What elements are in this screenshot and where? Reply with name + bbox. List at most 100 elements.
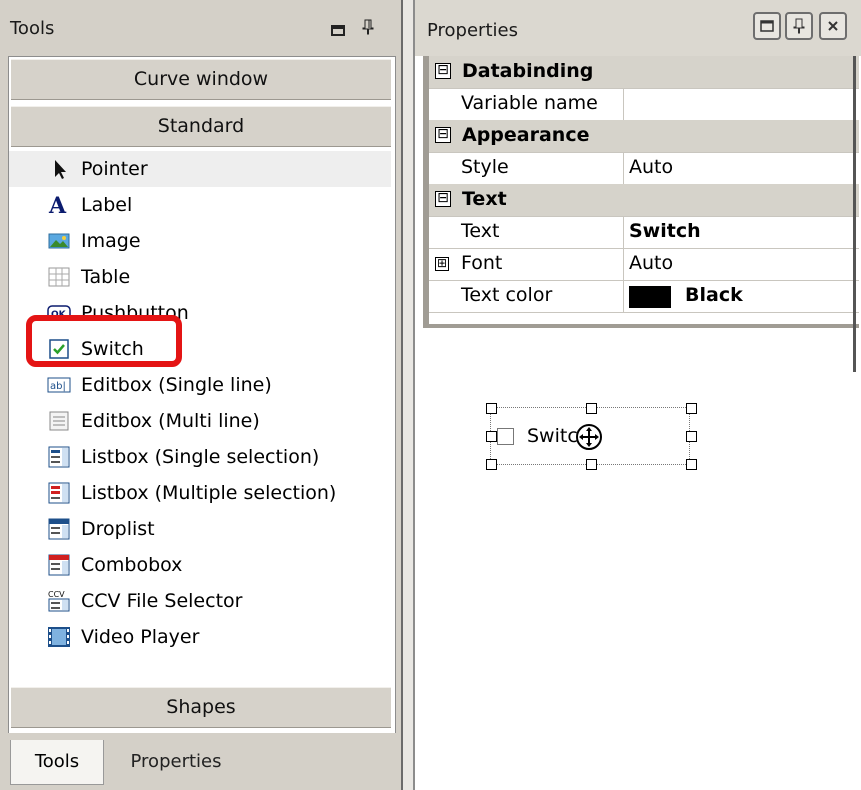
property-value[interactable]: Auto: [629, 252, 673, 274]
resize-handle[interactable]: [686, 431, 697, 442]
property-name: Font: [461, 252, 503, 274]
close-icon: [828, 21, 838, 31]
category-databinding[interactable]: ⊟ Databinding: [429, 56, 859, 89]
tool-item-label: Droplist: [81, 518, 155, 540]
panel-splitter[interactable]: [401, 0, 415, 790]
pointer-icon: [47, 157, 71, 181]
properties-edge: [853, 56, 856, 372]
resize-handle[interactable]: [586, 403, 597, 414]
property-row-font[interactable]: ⊞ Font Auto: [429, 248, 859, 281]
tool-item-label: Video Player: [81, 626, 200, 648]
property-row-text[interactable]: Text Switch: [429, 216, 859, 249]
editbox-multi-icon: [47, 409, 71, 433]
resize-handle[interactable]: [486, 431, 497, 442]
tool-item-listbox-single[interactable]: Listbox (Single selection): [9, 439, 391, 475]
pin-icon[interactable]: [362, 18, 374, 40]
group-standard[interactable]: Standard: [11, 106, 391, 147]
tool-item-video-player[interactable]: Video Player: [9, 619, 391, 655]
maximize-window-button[interactable]: [753, 12, 781, 40]
property-value[interactable]: Black: [685, 284, 743, 306]
property-name: Text color: [461, 284, 553, 306]
expand-icon[interactable]: ⊞: [435, 257, 449, 271]
combobox-icon: [47, 553, 71, 577]
column-divider: [623, 216, 624, 248]
tool-item-editbox-single[interactable]: ab| Editbox (Single line): [9, 367, 391, 403]
tool-item-editbox-multi[interactable]: Editbox (Multi line): [9, 403, 391, 439]
category-text[interactable]: ⊟ Text: [429, 184, 859, 217]
resize-handle[interactable]: [586, 459, 597, 470]
label-icon: A: [47, 193, 71, 219]
tools-title: Tools: [10, 18, 55, 39]
table-icon: [47, 265, 71, 289]
svg-text:ab|: ab|: [50, 381, 66, 392]
collapse-icon[interactable]: ⊟: [435, 191, 451, 207]
tool-item-table[interactable]: Table: [9, 259, 391, 295]
collapse-icon[interactable]: ⊟: [435, 63, 451, 79]
maximize-icon[interactable]: [331, 20, 345, 42]
image-icon: [47, 229, 71, 253]
tool-item-label: Pointer: [81, 158, 148, 180]
resize-handle[interactable]: [486, 403, 497, 414]
tool-item-label: Editbox (Multi line): [81, 410, 260, 432]
tools-titlebar: Tools: [0, 0, 401, 56]
tool-item-label: CCV File Selector: [81, 590, 243, 612]
tab-properties[interactable]: Properties: [114, 740, 238, 784]
tool-item-label: Image: [81, 230, 141, 252]
column-divider: [623, 248, 624, 280]
move-cursor-icon[interactable]: [575, 423, 603, 451]
property-name: Style: [461, 156, 509, 178]
tool-item-droplist[interactable]: Droplist: [9, 511, 391, 547]
video-player-icon: [47, 625, 71, 649]
switch-checkbox[interactable]: [497, 428, 514, 445]
group-shapes[interactable]: Shapes: [11, 687, 391, 728]
switch-highlight-annotation: [26, 315, 182, 367]
maximize-icon: [760, 20, 774, 32]
ccv-file-selector-icon: CCV: [47, 589, 71, 613]
tool-item-ccv-file-selector[interactable]: CCV CCV File Selector: [9, 583, 391, 619]
close-window-button[interactable]: [819, 12, 847, 40]
property-row-variable-name[interactable]: Variable name: [429, 88, 859, 121]
tool-item-label: Table: [81, 266, 131, 288]
properties-title: Properties: [427, 20, 518, 41]
resize-handle[interactable]: [686, 403, 697, 414]
tool-item-pointer[interactable]: Pointer: [9, 151, 391, 187]
property-name: Variable name: [461, 92, 598, 114]
column-divider: [623, 280, 624, 312]
tools-list: Curve window Standard Pointer A Label Im…: [8, 56, 396, 734]
property-row-text-color[interactable]: Text color Black: [429, 280, 859, 313]
droplist-icon: [47, 517, 71, 541]
tool-item-label: Listbox (Multiple selection): [81, 482, 337, 504]
tab-tools[interactable]: Tools: [10, 740, 104, 785]
property-name: Text: [461, 220, 500, 242]
property-row-style[interactable]: Style Auto: [429, 152, 859, 185]
collapse-icon[interactable]: ⊟: [435, 127, 451, 143]
tool-item-label-tool[interactable]: A Label: [9, 187, 391, 223]
editbox-single-icon: ab|: [47, 373, 71, 397]
category-appearance[interactable]: ⊟ Appearance: [429, 120, 859, 153]
tool-item-image[interactable]: Image: [9, 223, 391, 259]
resize-handle[interactable]: [486, 459, 497, 470]
svg-text:A: A: [48, 193, 67, 217]
color-swatch: [629, 286, 671, 308]
tool-item-label: Listbox (Single selection): [81, 446, 320, 468]
column-divider: [623, 152, 624, 184]
property-grid: ⊟ Databinding Variable name ⊟ Appearance…: [423, 56, 859, 328]
svg-text:CCV: CCV: [48, 590, 65, 599]
category-label: Appearance: [462, 124, 590, 146]
listbox-single-icon: [47, 445, 71, 469]
group-curve-window[interactable]: Curve window: [11, 59, 391, 100]
pin-window-button[interactable]: [785, 12, 813, 40]
category-label: Text: [462, 188, 507, 210]
category-label: Databinding: [462, 60, 594, 82]
resize-handle[interactable]: [686, 459, 697, 470]
properties-titlebar: Properties: [415, 0, 861, 56]
property-value[interactable]: Auto: [629, 156, 673, 178]
tool-item-combobox[interactable]: Combobox: [9, 547, 391, 583]
tool-item-label: Editbox (Single line): [81, 374, 272, 396]
tool-item-label: Combobox: [81, 554, 183, 576]
tool-item-label: Label: [81, 194, 133, 216]
pin-icon: [793, 18, 805, 34]
property-value[interactable]: Switch: [629, 220, 701, 242]
listbox-multiple-icon: [47, 481, 71, 505]
tool-item-listbox-multiple[interactable]: Listbox (Multiple selection): [9, 475, 391, 511]
